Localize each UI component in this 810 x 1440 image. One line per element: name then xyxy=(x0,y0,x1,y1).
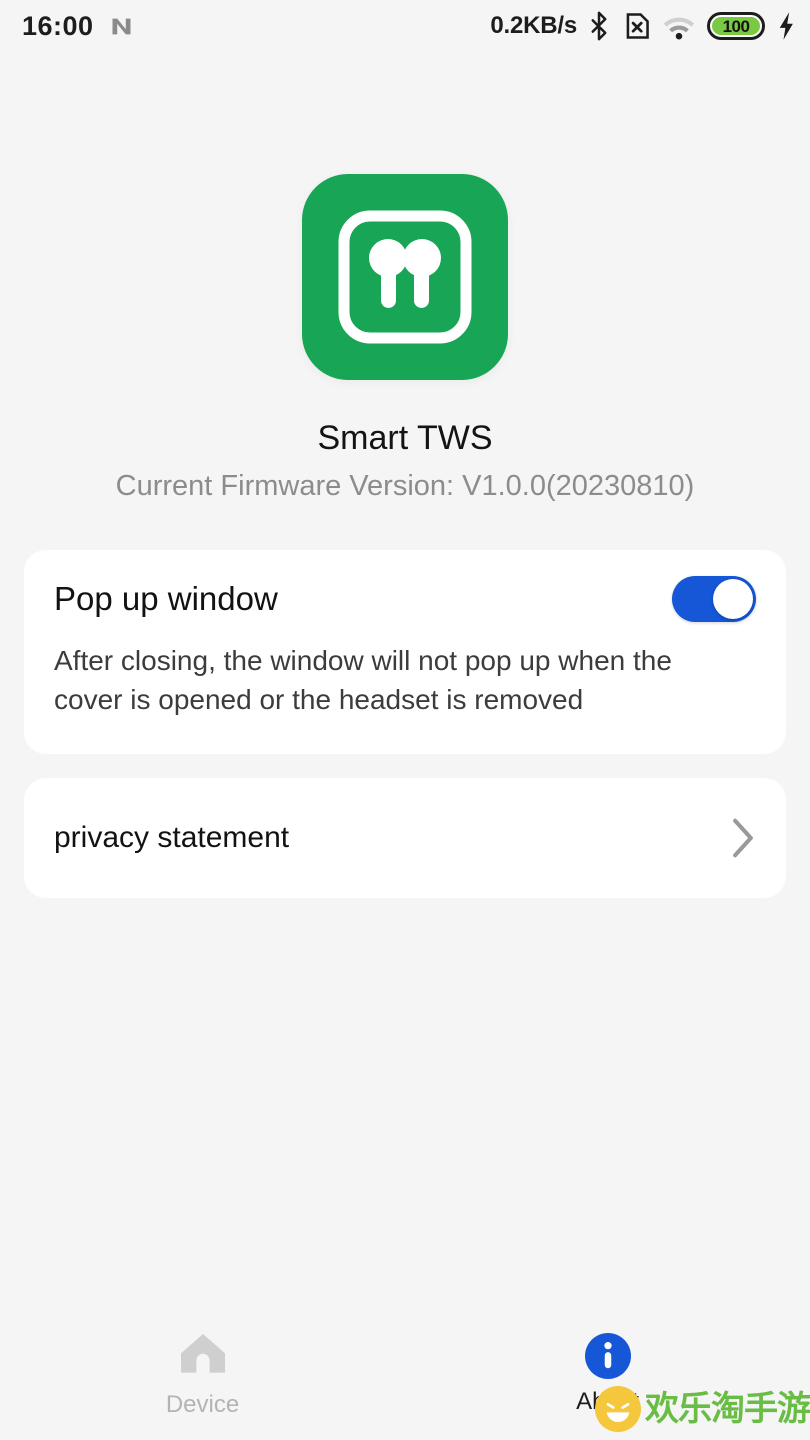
smiley-face-icon xyxy=(595,1386,641,1432)
privacy-statement-label: privacy statement xyxy=(54,820,290,854)
app-header: Smart TWS Current Firmware Version: V1.0… xyxy=(0,52,810,503)
bluetooth-icon xyxy=(588,11,610,41)
popup-window-card: Pop up window After closing, the window … xyxy=(24,550,786,754)
firmware-version: Current Firmware Version: V1.0.0(2023081… xyxy=(115,470,695,503)
popup-window-row: Pop up window xyxy=(54,576,756,623)
network-speed-text: 0.2KB/s xyxy=(490,12,577,39)
privacy-statement-row[interactable]: privacy statement xyxy=(24,777,786,898)
lightning-bolt-icon xyxy=(776,11,796,41)
home-icon xyxy=(177,1329,229,1382)
popup-window-title: Pop up window xyxy=(54,580,278,618)
popup-window-toggle[interactable] xyxy=(672,576,756,623)
sim-card-off-icon xyxy=(621,11,651,41)
wifi-icon xyxy=(662,13,696,40)
status-bar: 16:00 0.2KB/s 100 xyxy=(0,0,810,52)
nav-item-device[interactable]: Device xyxy=(0,1329,405,1417)
nfc-n-icon xyxy=(108,13,135,40)
main-content: Smart TWS Current Firmware Version: V1.0… xyxy=(0,52,810,1320)
info-icon xyxy=(584,1332,631,1379)
toggle-knob xyxy=(713,579,753,620)
watermark: 欢乐淘手游 xyxy=(595,1386,810,1432)
battery-level-text: 100 xyxy=(722,16,750,36)
watermark-text: 欢乐淘手游 xyxy=(645,1390,810,1428)
status-time: 16:00 xyxy=(22,10,94,41)
status-bar-left: 16:00 xyxy=(22,10,135,41)
battery-icon: 100 xyxy=(707,12,765,40)
earbuds-app-icon xyxy=(302,174,508,380)
phone-screen: 16:00 0.2KB/s 100 Smart TWS Current Firm… xyxy=(0,0,810,1440)
app-name: Smart TWS xyxy=(317,419,493,457)
status-bar-right: 0.2KB/s 100 xyxy=(490,11,796,41)
nav-label-device: Device xyxy=(165,1391,240,1418)
bottom-navigation: Device About 欢乐淘手游 xyxy=(0,1320,810,1440)
popup-window-description: After closing, the window will not pop u… xyxy=(54,645,672,715)
chevron-right-icon xyxy=(730,816,756,860)
